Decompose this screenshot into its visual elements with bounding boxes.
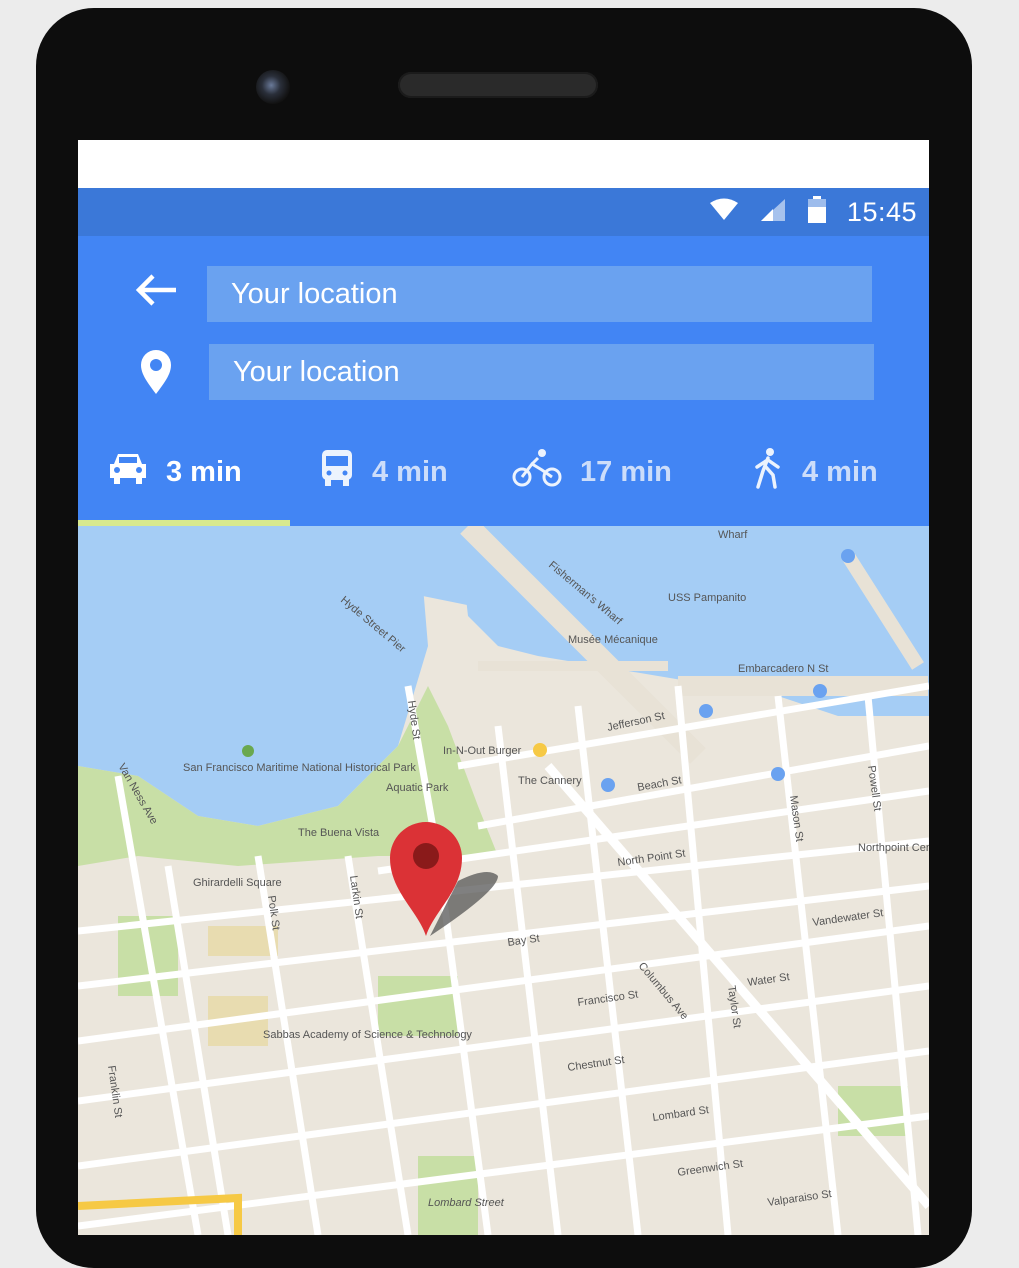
poi-icon [601, 778, 615, 792]
map-canvas: Wharf Fisherman's Wharf USS Pampanito Mu… [78, 526, 929, 1235]
tab-transit-label: 4 min [372, 455, 448, 488]
label-cannery: The Cannery [518, 775, 582, 787]
poi-icon [533, 743, 547, 757]
origin-input[interactable]: Your location [207, 266, 872, 322]
tab-transit[interactable]: 4 min [320, 422, 448, 522]
label-powell: Powell St [865, 765, 883, 812]
status-time: 15:45 [846, 196, 917, 227]
tab-walking[interactable]: 4 min [752, 422, 878, 522]
label-greenwich: Greenwich St [677, 1158, 744, 1179]
label-larkin: Larkin St [347, 875, 365, 920]
battery-icon [807, 195, 827, 229]
destination-marker [136, 348, 176, 400]
label-lombard: Lombard St [652, 1104, 710, 1124]
travel-mode-tabs: 3 min 4 min 17 min 4 min [78, 422, 929, 522]
origin-input-value: Your location [231, 277, 398, 310]
wifi-icon [709, 198, 739, 227]
poi-icon [699, 704, 713, 718]
label-buena-vista: The Buena Vista [298, 827, 380, 839]
front-camera [256, 70, 290, 104]
tab-driving[interactable]: 3 min [108, 422, 242, 522]
label-lombard-street: Lombard Street [428, 1197, 505, 1209]
status-bar: 15:45 [78, 188, 929, 236]
label-water: Water St [747, 971, 791, 989]
label-uss-pampanito: USS Pampanito [668, 592, 746, 604]
label-sabbas: Sabbas Academy of Science & Technology [263, 1029, 472, 1041]
label-ghirardelli: Ghirardelli Square [193, 877, 282, 889]
label-in-n-out: In-N-Out Burger [443, 745, 522, 757]
bicycle-icon [512, 448, 562, 496]
poi-icon [771, 767, 785, 781]
destination-input-value: Your location [233, 355, 400, 388]
tab-cycling[interactable]: 17 min [512, 422, 672, 522]
tab-walking-label: 4 min [802, 455, 878, 488]
label-franklin: Franklin St [105, 1065, 124, 1119]
tab-cycling-label: 17 min [580, 455, 672, 488]
car-icon [108, 450, 148, 494]
directions-header: Your location Your location 3 min 4 min … [78, 236, 929, 526]
label-embarcadero: Embarcadero N St [738, 663, 828, 675]
walk-icon [752, 447, 784, 497]
label-valparaiso: Valparaiso St [767, 1188, 833, 1209]
back-button[interactable] [130, 272, 182, 312]
destination-input[interactable]: Your location [209, 344, 874, 400]
signal-icon [759, 197, 787, 228]
label-vandewater: Vandewater St [812, 907, 884, 929]
label-northpoint-centre: Northpoint Centre [858, 842, 929, 854]
label-maritime-park: San Francisco Maritime National Historic… [183, 762, 416, 774]
top-strip [78, 140, 929, 188]
poi-icon [242, 745, 254, 757]
earpiece-speaker [398, 72, 598, 98]
phone-frame: 15:45 Your location Your location 3 min … [36, 8, 972, 1268]
arrow-back-icon [134, 273, 178, 312]
label-columbus: Columbus Ave [636, 960, 691, 1022]
tab-driving-label: 3 min [166, 455, 242, 488]
bus-icon [320, 448, 354, 496]
location-pin-icon [139, 348, 173, 401]
label-wharf: Wharf [718, 529, 748, 541]
label-musee-mecanique: Musée Mécanique [568, 634, 658, 646]
map-view[interactable]: Wharf Fisherman's Wharf USS Pampanito Mu… [78, 526, 929, 1235]
label-aquatic-park: Aquatic Park [386, 782, 449, 794]
screen: 15:45 Your location Your location 3 min … [78, 140, 929, 1235]
poi-icon [813, 684, 827, 698]
poi-icon [841, 549, 855, 563]
